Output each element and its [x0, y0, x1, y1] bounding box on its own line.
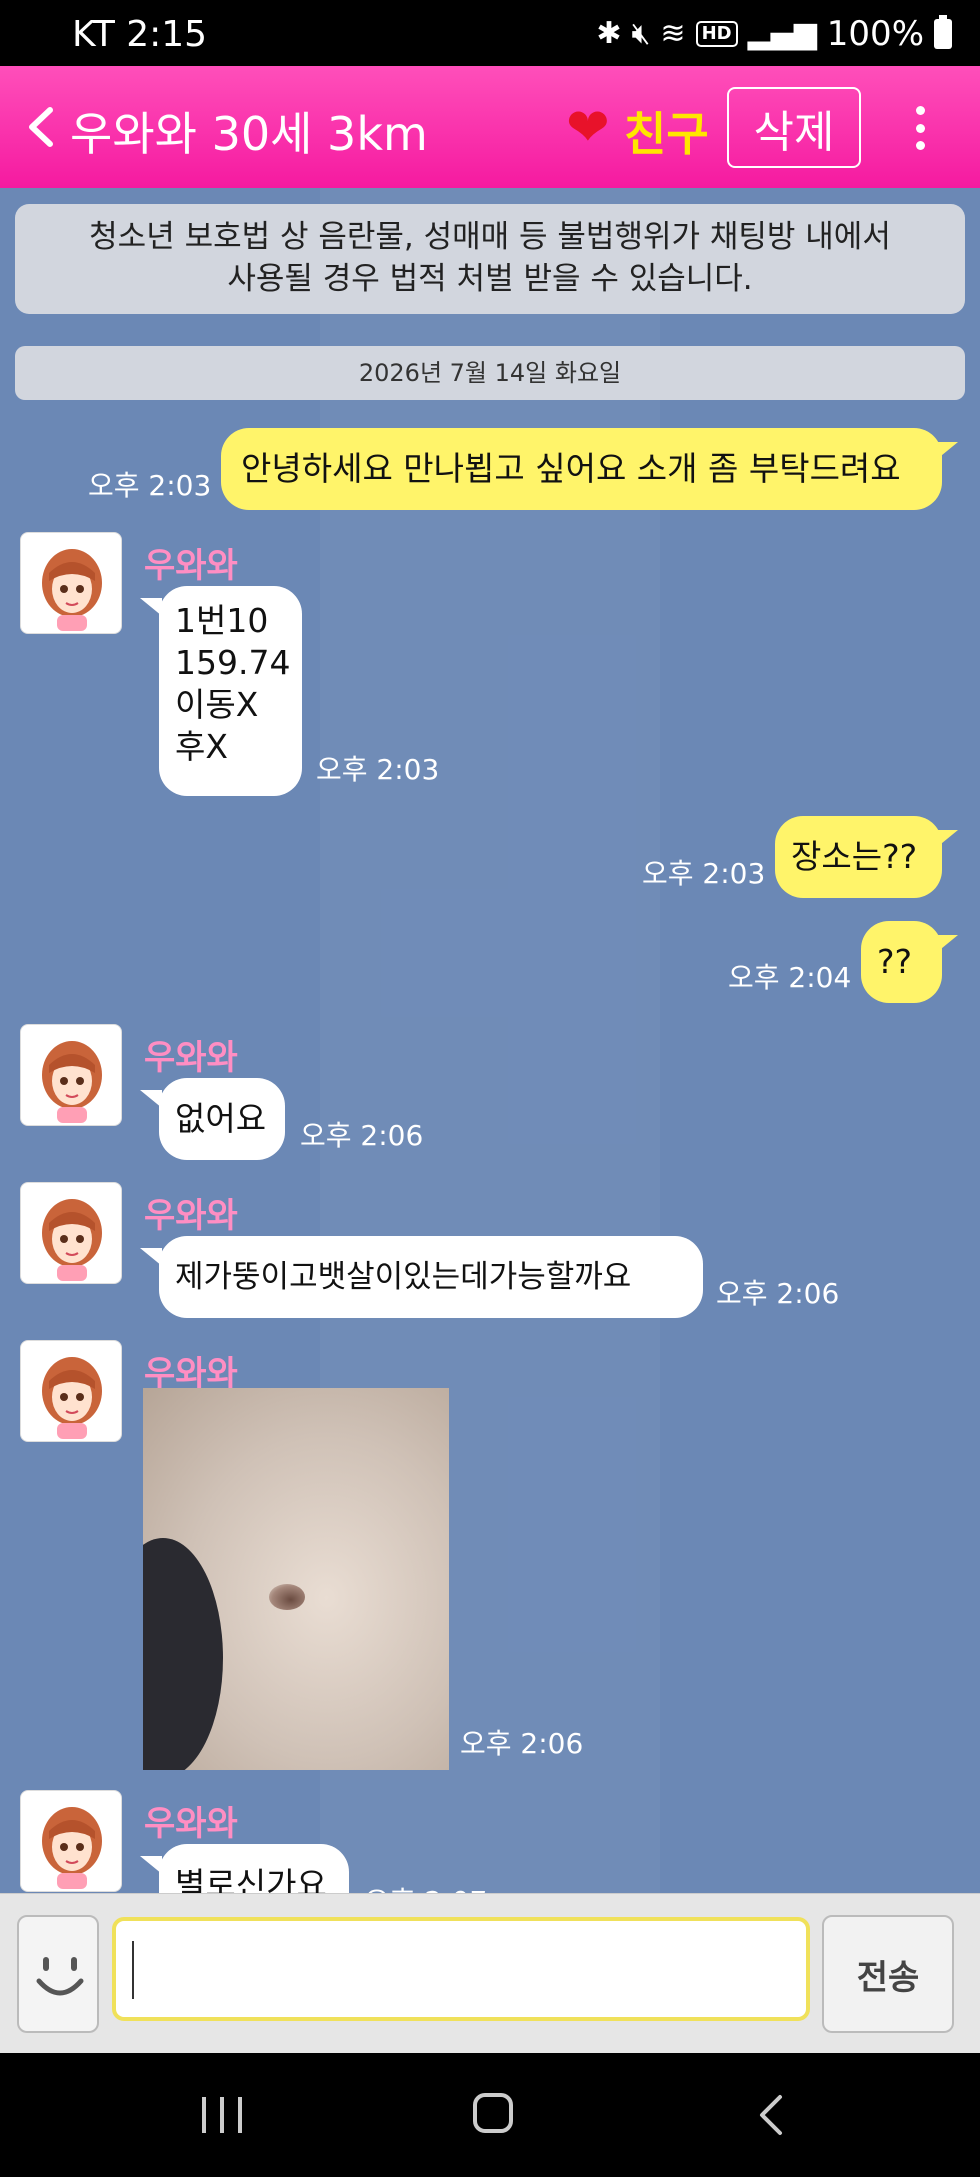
message-bubble-received[interactable]: 1번10 159.74 이동X 후X [159, 586, 302, 796]
bubble-tail [936, 830, 958, 848]
carrier-time: KT 2:15 [72, 14, 208, 55]
message-input[interactable] [112, 1917, 810, 2021]
message-bubble-received[interactable]: 별로신가요 [159, 1844, 349, 1893]
message-time: 오후 2:04 [728, 961, 852, 994]
message-bubble-received[interactable]: 없어요 [159, 1078, 285, 1160]
status-bar: KT 2:15 ✱ 🔇︎ ≋ HD ▂▄▆ 100% [0, 0, 980, 66]
photo-shadow [143, 1538, 223, 1770]
chat-area[interactable]: 청소년 보호법 상 음란물, 성매매 등 불법행위가 채팅방 내에서 사용될 경… [0, 188, 980, 1893]
avatar[interactable] [20, 1340, 122, 1442]
emoji-button[interactable] [17, 1915, 99, 2033]
sender-name: 우와와 [144, 1196, 238, 1236]
chat-header: 우와와 30세 3km ❤ 친구 삭제 [0, 66, 980, 188]
wifi-icon: ≋ [660, 16, 686, 51]
smiley-icon [36, 1957, 84, 1996]
hd-badge: HD [695, 21, 738, 47]
heart-icon[interactable]: ❤ [566, 100, 610, 156]
sender-name: 우와와 [144, 1038, 238, 1078]
text-caret [132, 1941, 134, 1999]
chat-title: 우와와 30세 3km [70, 107, 428, 161]
message-input-bar: 전송 [0, 1893, 980, 2053]
photo-message[interactable] [143, 1388, 449, 1770]
avatar[interactable] [20, 1182, 122, 1284]
mute-icon: 🔇︎ [631, 16, 651, 51]
message-time: 오후 2:06 [716, 1277, 840, 1310]
message-bubble-received[interactable]: 제가뚱이고뱃살이있는데가능할까요 [159, 1236, 703, 1318]
sender-name: 우와와 [144, 546, 238, 586]
bubble-tail [936, 442, 958, 460]
sender-name: 우와와 [144, 1804, 238, 1844]
signal-icon: ▂▄▆ [747, 16, 817, 51]
status-icons: ✱ 🔇︎ ≋ HD ▂▄▆ 100% [596, 14, 952, 54]
notice-line: 청소년 보호법 상 음란물, 성매매 등 불법행위가 채팅방 내에서 [89, 219, 891, 255]
nav-back-icon[interactable] [752, 2093, 792, 2137]
back-arrow-icon[interactable] [22, 104, 62, 150]
message-bubble-sent[interactable]: 장소는?? [775, 816, 942, 898]
message-time: 오후 2:03 [642, 857, 766, 890]
avatar-girl-icon [42, 1041, 102, 1123]
avatar-girl-icon [42, 1807, 102, 1889]
home-icon[interactable] [473, 2093, 513, 2133]
bubble-tail [936, 935, 958, 953]
avatar-girl-icon [42, 1357, 102, 1439]
battery-percent: 100% [826, 14, 924, 54]
friend-button[interactable]: 친구 [624, 98, 709, 164]
avatar[interactable] [20, 1024, 122, 1126]
notice-line: 사용될 경우 법적 처벌 받을 수 있습니다. [227, 261, 753, 297]
message-time: 오후 2:07 [364, 1880, 487, 1893]
battery-icon [934, 15, 952, 49]
message-time: 오후 2:06 [460, 1727, 584, 1760]
avatar-girl-icon [42, 1199, 102, 1281]
message-bubble-sent[interactable]: ?? [861, 921, 942, 1003]
message-time: 오후 2:03 [316, 753, 440, 786]
avatar-girl-icon [42, 549, 102, 631]
system-nav-bar [0, 2053, 980, 2177]
bluetooth-icon: ✱ [596, 16, 622, 51]
date-separator: 2026년 7월 14일 화요일 [15, 346, 965, 400]
message-time: 오후 2:03 [88, 469, 212, 502]
avatar[interactable] [20, 532, 122, 634]
send-button[interactable]: 전송 [822, 1915, 954, 2033]
message-bubble-sent[interactable]: 안녕하세요 만나뵙고 싶어요 소개 좀 부탁드려요 [221, 428, 942, 510]
avatar[interactable] [20, 1790, 122, 1892]
more-options-icon[interactable] [908, 106, 932, 150]
photo-detail [269, 1584, 305, 1610]
message-time: 오후 2:06 [300, 1119, 424, 1152]
safety-notice: 청소년 보호법 상 음란물, 성매매 등 불법행위가 채팅방 내에서 사용될 경… [15, 204, 965, 314]
delete-button[interactable]: 삭제 [727, 87, 861, 168]
recents-icon[interactable] [202, 2097, 242, 2133]
